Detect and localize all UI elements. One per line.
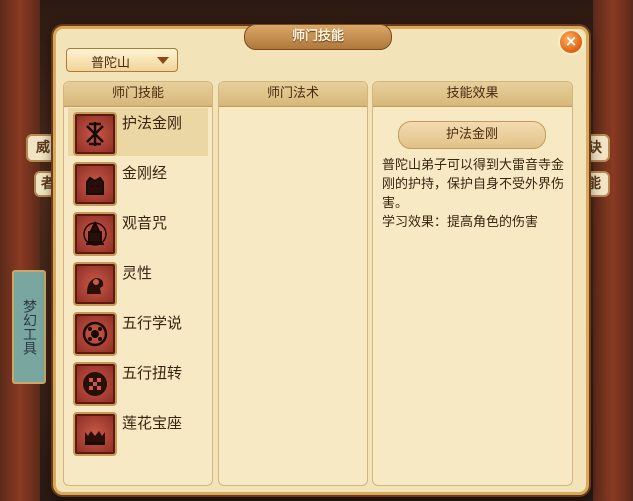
skill-name: 金刚经 — [122, 164, 168, 182]
bg-sign: 梦幻工具 — [12, 270, 46, 384]
skill-name: 五行扭转 — [122, 364, 183, 382]
dialog-title: 师门技能 — [244, 24, 392, 50]
spells-panel-header: 师门法术 — [219, 82, 367, 107]
vajra-sutra-icon — [73, 162, 117, 206]
skill-name: 护法金刚 — [122, 114, 183, 132]
skill-row[interactable]: 灵性 — [68, 258, 208, 306]
effect-learn-text: 学习效果：提高角色的伤害 — [382, 215, 539, 230]
effect-description: 普陀山弟子可以得到大雷音寺金刚的护持，保护自身不受外界伤害。 学习效果：提高角色… — [382, 156, 566, 232]
school-select-value: 普陀山 — [91, 56, 131, 71]
spirit-icon — [73, 262, 117, 306]
skills-panel: 师门技能 护法金刚金刚经观音咒灵性五行学说五行扭转莲花宝座 — [63, 81, 213, 486]
skill-row[interactable]: 观音咒 — [68, 208, 208, 256]
skills-panel-header: 师门技能 — [64, 82, 212, 107]
school-select[interactable]: 普陀山 — [66, 48, 178, 72]
lotus-throne-icon — [73, 412, 117, 456]
effect-description-text: 普陀山弟子可以得到大雷音寺金刚的护持，保护自身不受外界伤害。 — [382, 158, 565, 211]
skill-name: 灵性 — [122, 264, 153, 282]
five-elements-theory-icon — [73, 312, 117, 356]
skill-row[interactable]: 五行学说 — [68, 308, 208, 356]
chevron-down-icon — [157, 57, 169, 64]
guanyin-mantra-icon — [73, 212, 117, 256]
skill-row[interactable]: 金刚经 — [68, 158, 208, 206]
effect-skill-name: 护法金刚 — [398, 121, 546, 149]
bg-pillar-right — [593, 0, 633, 501]
skill-name: 观音咒 — [122, 214, 168, 232]
skill-row[interactable]: 莲花宝座 — [68, 408, 208, 456]
bg-pillar-left — [0, 0, 40, 501]
skill-row[interactable]: 护法金刚 — [68, 108, 208, 156]
skill-row[interactable]: 五行扭转 — [68, 358, 208, 406]
effect-panel-header: 技能效果 — [373, 82, 572, 107]
skill-name: 莲花宝座 — [122, 414, 183, 432]
close-button[interactable]: × — [558, 29, 584, 55]
skill-name: 五行学说 — [122, 314, 183, 332]
spells-panel: 师门法术 — [218, 81, 368, 486]
five-elements-twist-icon — [73, 362, 117, 406]
vajra-guardian-icon — [73, 112, 117, 156]
